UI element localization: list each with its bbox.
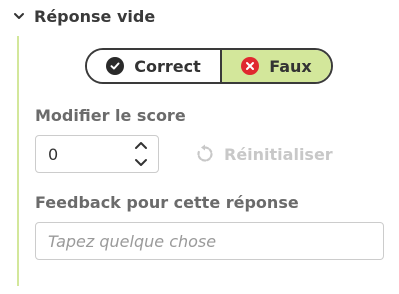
x-circle-icon xyxy=(241,57,260,75)
section-accent-bar xyxy=(17,36,19,286)
score-value: 0 xyxy=(48,144,59,164)
chevron-down-icon xyxy=(14,13,24,19)
score-input[interactable]: 0 xyxy=(35,135,159,173)
section-toggle[interactable]: Réponse vide xyxy=(12,4,155,28)
correct-option[interactable]: Correct xyxy=(87,50,220,82)
reset-icon xyxy=(197,144,213,162)
faux-option[interactable]: Faux xyxy=(220,50,331,82)
check-circle-icon xyxy=(106,57,125,75)
correct-label: Correct xyxy=(134,56,201,76)
feedback-input[interactable] xyxy=(35,222,384,260)
score-label: Modifier le score xyxy=(35,106,186,125)
reset-label: Réinitialiser xyxy=(224,144,333,164)
section-title: Réponse vide xyxy=(34,6,156,26)
feedback-label: Feedback pour cette réponse xyxy=(35,193,299,212)
reset-button[interactable]: Réinitialiser xyxy=(195,142,333,166)
chevron-down-icon[interactable] xyxy=(134,158,148,168)
chevron-up-icon[interactable] xyxy=(134,140,148,150)
answer-toggle: Correct Faux xyxy=(85,48,333,84)
score-stepper[interactable] xyxy=(134,140,148,168)
faux-label: Faux xyxy=(269,56,312,76)
